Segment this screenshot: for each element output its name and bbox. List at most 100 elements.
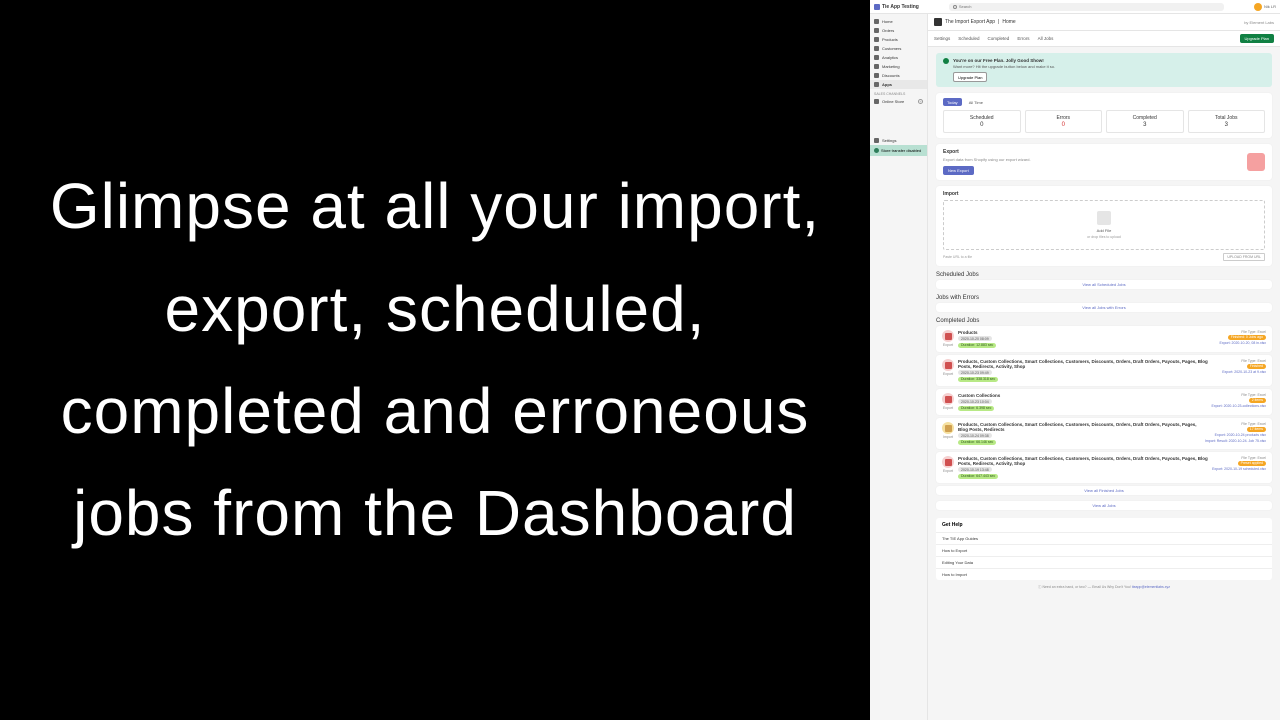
search-input[interactable] — [959, 4, 1220, 9]
help-item[interactable]: How to Export — [936, 544, 1272, 556]
tab-scheduled[interactable]: Scheduled — [958, 36, 979, 41]
add-channel-icon[interactable]: + — [918, 99, 923, 104]
search-box[interactable] — [949, 3, 1224, 11]
marketing-icon — [874, 64, 879, 69]
separator: | — [998, 19, 999, 25]
export-icon — [942, 330, 954, 342]
job-card[interactable]: Import Products, Custom Collections, Sma… — [936, 418, 1272, 449]
tab-settings[interactable]: Settings — [934, 36, 950, 41]
export-card: Export Export data from Shopify using ou… — [936, 144, 1272, 180]
import-title: Import — [943, 191, 1265, 197]
section-scheduled: Scheduled Jobs — [936, 272, 1272, 278]
footer-label: Email Us Why Don't You! — [1092, 585, 1131, 589]
job-card[interactable]: Export Products, Custom Collections, Sma… — [936, 355, 1272, 386]
nav-home[interactable]: Home — [870, 17, 927, 26]
notice-text: Want more? Hit the upgrade button below … — [953, 64, 1265, 69]
period-all[interactable]: All Time — [965, 98, 987, 106]
nav-customers[interactable]: Customers — [870, 44, 927, 53]
file-icon — [1097, 211, 1111, 225]
job-file-link[interactable]: Import: Result: 2020-10-24. Job 75.xlsx — [1205, 439, 1266, 443]
help-item[interactable]: How to Import — [936, 568, 1272, 580]
import-dropzone[interactable]: Add File or drop files to upload — [943, 200, 1265, 250]
new-export-button[interactable]: New Export — [943, 166, 974, 175]
tab-alljobs[interactable]: All Jobs — [1038, 36, 1054, 41]
gear-icon — [874, 138, 879, 143]
nav-label: Discounts — [882, 73, 900, 78]
job-file-link[interactable]: Export: 2020-10-20, 08 in.xlsx — [1220, 341, 1267, 345]
job-file-link[interactable]: Export: 2020-10-19 scheduled.xlsx — [1212, 467, 1266, 471]
app-logo-icon — [934, 18, 942, 26]
nav-label: Online Store — [882, 99, 904, 104]
job-status-badge: Finished: 0 Jobs ago — [1228, 335, 1266, 340]
footer-email-link[interactable]: tieapp@elementlabs.xyz — [1132, 585, 1170, 589]
breadcrumb-app[interactable]: The Import Export App — [945, 19, 995, 25]
nav-online-store[interactable]: Online Store + — [870, 97, 927, 106]
nav-marketing[interactable]: Marketing — [870, 62, 927, 71]
tab-errors[interactable]: Errors — [1017, 36, 1029, 41]
job-kind: Export — [942, 469, 954, 473]
job-card[interactable]: Export Products, Custom Collections, Sma… — [936, 452, 1272, 483]
nav-apps[interactable]: Apps — [870, 80, 927, 89]
period-today[interactable]: Today — [943, 98, 962, 106]
stat-label: Completed — [1111, 115, 1179, 121]
hero-heading: Glimpse at all your import, export, sche… — [40, 155, 830, 565]
analytics-icon — [874, 55, 879, 60]
stat-completed: Completed3 — [1106, 110, 1184, 133]
nav-products[interactable]: Products — [870, 35, 927, 44]
upgrade-button[interactable]: Upgrade Plan — [1240, 34, 1274, 43]
job-card[interactable]: Export Custom Collections 2020-10-23 10:… — [936, 389, 1272, 415]
notice-upgrade-button[interactable]: Upgrade Plan — [953, 72, 987, 82]
nav-settings[interactable]: Settings — [870, 136, 927, 145]
job-file-link[interactable]: Export: 2020-10-23-collections.xlsx — [1212, 404, 1266, 408]
transfer-banner[interactable]: Store transfer disabled — [870, 145, 927, 156]
store-badge[interactable]: Tie App Testing — [874, 4, 919, 10]
job-card[interactable]: Export Products 2020-10-20 08:09 Duratio… — [936, 326, 1272, 352]
job-filetype: File Type: Excel — [1241, 330, 1266, 334]
nav-discounts[interactable]: Discounts — [870, 71, 927, 80]
job-items-link[interactable]: Export: 2020-10-24 products xlsx — [1215, 433, 1266, 437]
stat-scheduled: Scheduled0 — [943, 110, 1021, 133]
job-title: Products, Custom Collections, Smart Coll… — [958, 359, 1218, 369]
job-title: Products, Custom Collections, Smart Coll… — [958, 456, 1208, 466]
check-icon — [943, 58, 949, 64]
stat-total: Total Jobs3 — [1188, 110, 1266, 133]
home-icon — [874, 19, 879, 24]
job-title: Custom Collections — [958, 393, 1208, 398]
job-filetype: File Type: Excel — [1241, 359, 1266, 363]
help-item[interactable]: The TIE App Guides — [936, 532, 1272, 544]
nav-label: Home — [882, 19, 893, 24]
view-completed-link[interactable]: View all Finished Jobs — [936, 486, 1272, 495]
nav-label: Settings — [882, 138, 896, 143]
view-errors-link[interactable]: View all Jobs with Errors — [936, 303, 1272, 312]
help-item[interactable]: Editing Your Data — [936, 556, 1272, 568]
tab-completed[interactable]: Completed — [988, 36, 1010, 41]
nav-orders[interactable]: Orders — [870, 26, 927, 35]
export-sub: Export data from Shopify using our expor… — [943, 157, 1031, 162]
job-file-link[interactable]: Export: 2020-10-23 at 9.xlsx — [1222, 370, 1266, 374]
import-card: Import Add File or drop files to upload … — [936, 186, 1272, 266]
breadcrumb-by: by Element Labs — [1244, 20, 1274, 25]
notice-banner: You're on our Free Plan. Jolly Good Show… — [936, 53, 1272, 87]
breadcrumb-page: Home — [1002, 19, 1015, 25]
nav-label: Customers — [882, 46, 901, 51]
store-name: Tie App Testing — [882, 4, 919, 10]
url-input[interactable]: Paste URL to a file — [943, 254, 1220, 260]
discounts-icon — [874, 73, 879, 78]
app-header: Tie App Testing Nik LR — [870, 0, 1280, 14]
job-duration-badge: Duration: 647.443 sec — [958, 474, 998, 479]
footer-text: Need an extra hand, or two? — [1042, 585, 1086, 589]
stat-value: 0 — [1030, 122, 1098, 128]
export-illustration-icon — [1247, 153, 1265, 171]
stat-value: 3 — [1193, 122, 1261, 128]
job-filetype: File Type: Excel — [1241, 422, 1266, 426]
import-icon — [942, 422, 954, 434]
avatar[interactable] — [1254, 3, 1262, 11]
job-duration-badge: Duration: 66.146 sec — [958, 440, 996, 445]
nav-analytics[interactable]: Analytics — [870, 53, 927, 62]
nav-label: Orders — [882, 28, 894, 33]
job-kind: Export — [942, 406, 954, 410]
view-scheduled-link[interactable]: View all Scheduled Jobs — [936, 280, 1272, 289]
view-all-link[interactable]: View all Jobs — [936, 501, 1272, 510]
main-content: The Import Export App | Home by Element … — [928, 14, 1280, 720]
upload-url-button[interactable]: UPLOAD FROM URL — [1223, 253, 1265, 261]
